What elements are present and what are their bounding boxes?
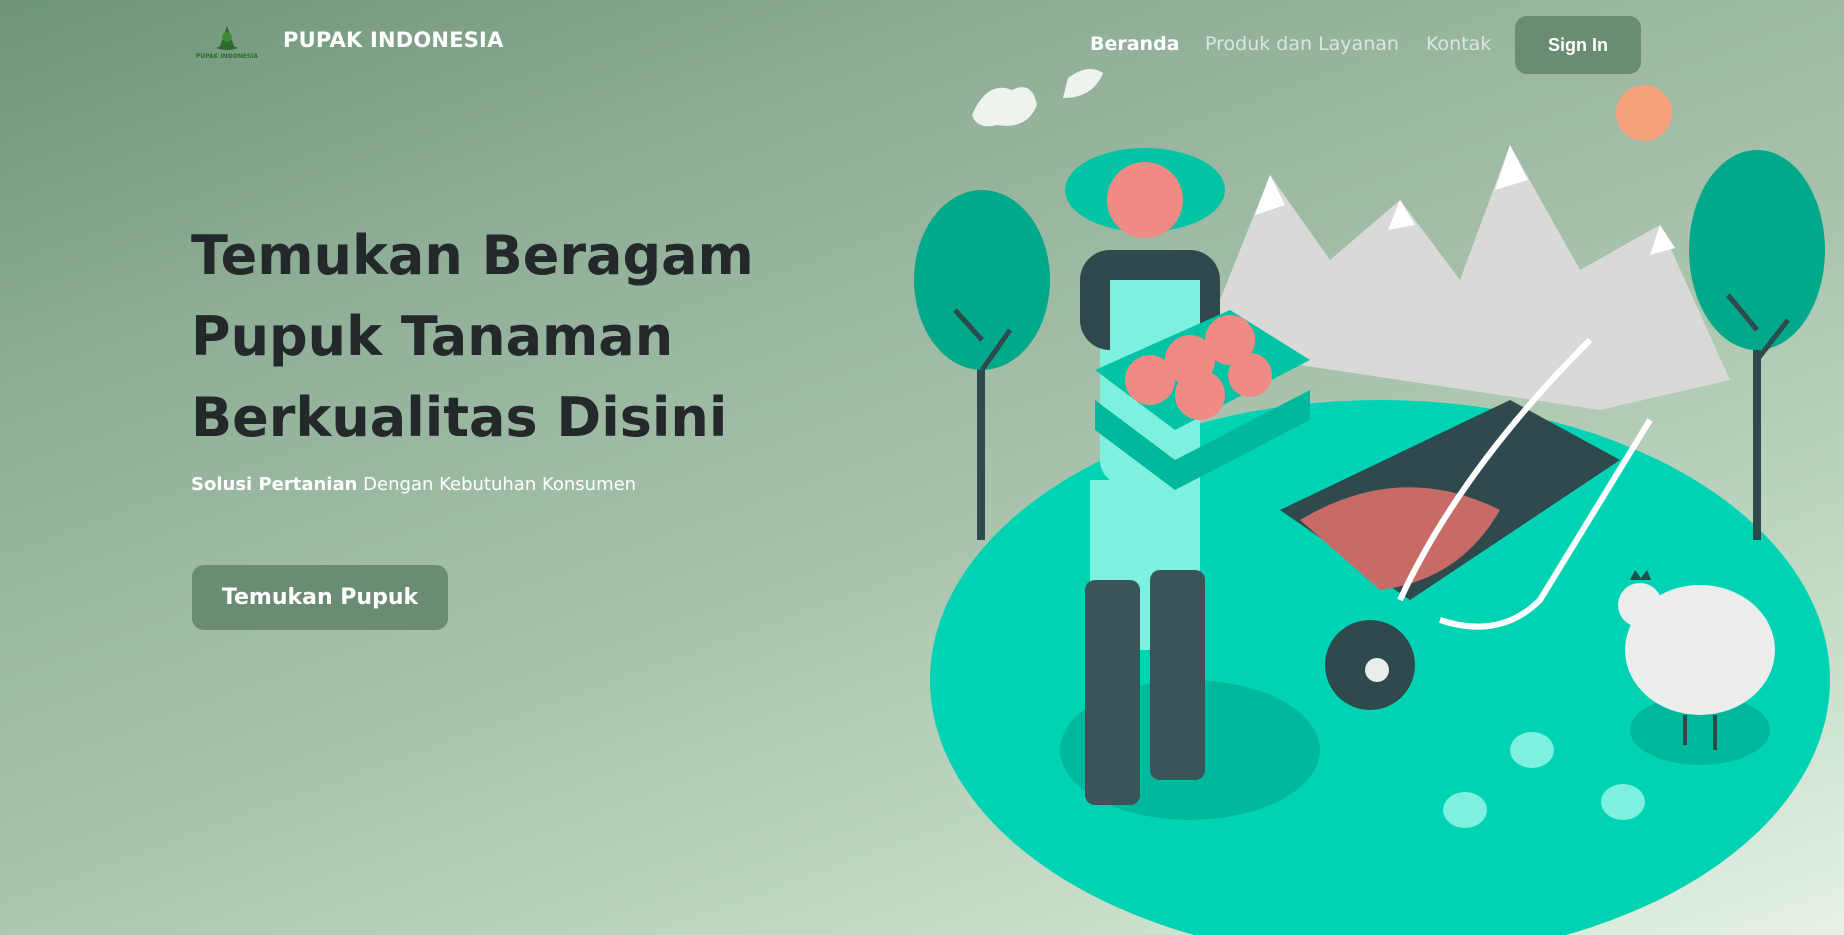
brand-logo[interactable]: PUPAK INDONESIA — [192, 22, 262, 62]
farmer-wheelbarrow-illustration — [914, 69, 1830, 935]
svg-text:PUPAK INDONESIA: PUPAK INDONESIA — [196, 53, 259, 60]
hero-subtitle-bold: Solusi Pertanian — [191, 474, 358, 495]
hero-headline-line-1: Temukan Beragam — [191, 224, 754, 287]
find-fertilizer-button[interactable]: Temukan Pupuk — [192, 565, 448, 630]
hero-headline-line-2: Pupuk Tanaman — [191, 305, 674, 368]
brand-name[interactable]: PUPAK INDONESIA — [283, 28, 504, 52]
hero-subtitle: Solusi Pertanian Dengan Kebutuhan Konsum… — [191, 474, 636, 495]
hero-headline-line-3: Berkualitas Disini — [191, 386, 728, 449]
hero-headline: Temukan Beragam Pupuk Tanaman Berkualita… — [191, 215, 811, 458]
hero-subtitle-rest: Dengan Kebutuhan Konsumen — [357, 474, 637, 495]
